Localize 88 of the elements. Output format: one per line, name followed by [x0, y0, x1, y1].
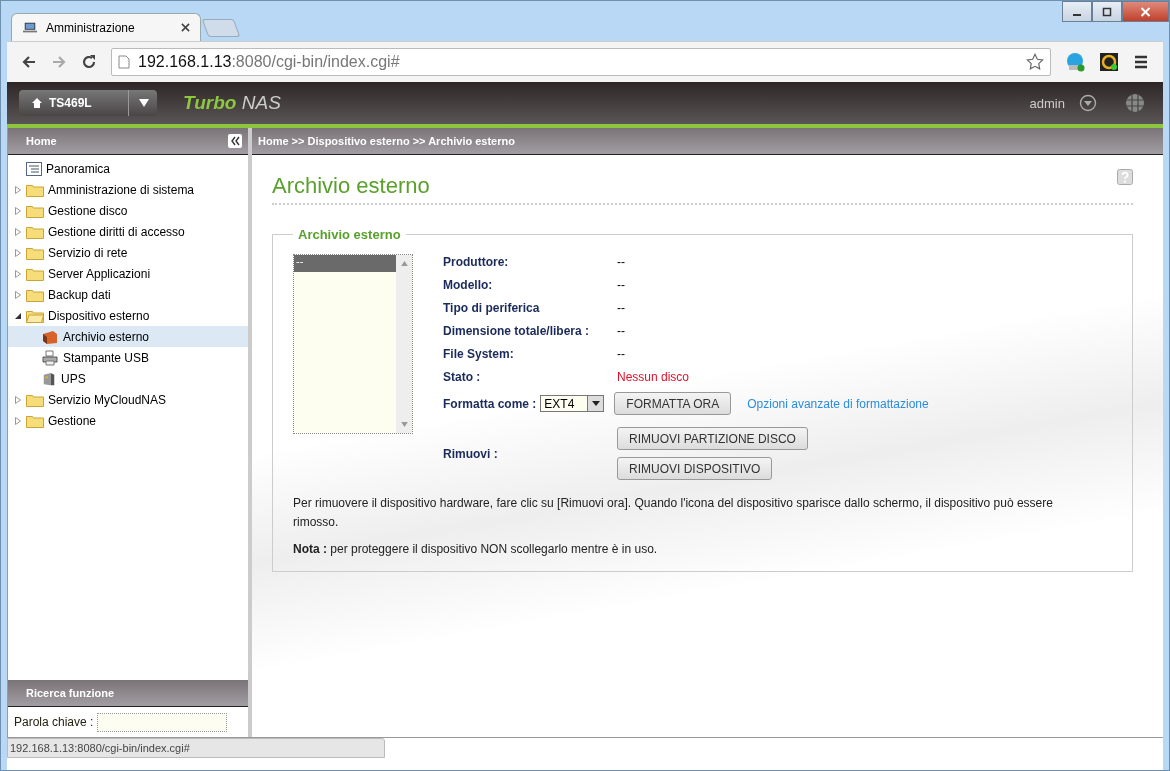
status-url: 192.168.1.13:8080/cgi-bin/index.cgi# [7, 738, 385, 758]
tree-item[interactable]: Panoramica [8, 158, 248, 179]
breadcrumb: Home >> Dispositivo esterno >> Archivio esterno [258, 135, 516, 147]
caret-icon [139, 99, 149, 107]
close-button[interactable] [1122, 1, 1169, 22]
drive-icon [42, 328, 58, 345]
new-tab-button[interactable] [201, 19, 241, 37]
sidebar-title: Home [26, 135, 58, 147]
collapse-icon[interactable] [228, 134, 242, 148]
extension-icon[interactable] [1099, 52, 1119, 72]
field-value: -- [617, 323, 625, 338]
field-label: Tipo di periferica [443, 300, 541, 315]
menu-icon[interactable] [1133, 54, 1149, 70]
format-select[interactable]: EXT4 [540, 395, 605, 412]
field-label: Dimensione totale/libera : [443, 323, 591, 338]
tree-item[interactable]: Server Applicazioni [8, 263, 248, 284]
remove-button[interactable]: RIMUOVI DISPOSITIVO [617, 457, 773, 480]
tree-item[interactable]: Gestione [8, 410, 248, 431]
folder-icon [26, 266, 44, 281]
open-folder-icon [26, 308, 44, 323]
field-value: -- [617, 300, 625, 315]
folder-icon [26, 182, 44, 197]
folder-icon [26, 392, 44, 407]
field-label: Modello: [443, 277, 494, 292]
tree-item[interactable]: Servizio di rete [8, 242, 248, 263]
brand-logo: Turbo NAS [183, 92, 281, 114]
tree-item[interactable]: Servizio MyCloudNAS [8, 389, 248, 410]
globe-icon[interactable] [1125, 93, 1145, 113]
page-title: Archivio esterno [272, 173, 430, 199]
tree-item[interactable]: Backup dati [8, 284, 248, 305]
instructions-text: Per rimuovere il dispositivo hardware, fare clic su [Rimuovi ora]. Quando l'icona del dispositivo sparisce dallo schermo, il dispositivo può essere rimosso. [293, 495, 1054, 531]
tree-item[interactable]: Archivio esterno [8, 326, 248, 347]
folder-icon [26, 245, 44, 260]
laptop-icon [22, 20, 38, 35]
expander-icon[interactable] [14, 311, 22, 320]
folder-icon [26, 224, 44, 239]
forward-icon[interactable] [51, 54, 67, 70]
device-list-item[interactable]: -- [294, 255, 396, 272]
remove-button[interactable]: RIMUOVI PARTIZIONE DISCO [617, 427, 808, 450]
field-label: Stato : [443, 369, 482, 384]
keyword-field[interactable] [97, 712, 228, 732]
minimize-icon [1073, 13, 1081, 16]
folder-icon [26, 203, 44, 218]
reload-icon[interactable] [81, 54, 97, 70]
maximize-icon [1102, 6, 1112, 17]
list-icon [26, 161, 42, 176]
address-bar[interactable]: 192.168.1.13:8080/cgi-bin/index.cgi# [111, 48, 1051, 76]
device-button[interactable]: TS469L [19, 90, 157, 116]
browser-tab[interactable]: Amministrazione [11, 13, 201, 41]
tree-item[interactable]: Gestione diritti di accesso [8, 221, 248, 242]
folder-icon [26, 287, 44, 302]
caret-icon [591, 401, 600, 406]
ups-icon [42, 370, 56, 387]
device-list[interactable]: -- [293, 254, 413, 434]
keyword-label: Parola chiave : [14, 715, 94, 729]
close-icon [1140, 6, 1151, 17]
tree-item[interactable]: Amministrazione di sistema [8, 179, 248, 200]
tree-item[interactable]: Gestione disco [8, 200, 248, 221]
field-label: Produttore: [443, 254, 510, 269]
tree-item[interactable]: Stampante USB [8, 347, 248, 368]
note-text: Nota : per proteggere il dispositivo NON scollegarlo mentre è in uso. [293, 541, 659, 558]
field-value: Nessun disco [617, 369, 690, 384]
field-value: -- [617, 346, 625, 361]
tree-item[interactable]: Dispositivo esterno [8, 305, 248, 326]
home-icon [31, 97, 43, 109]
back-icon[interactable] [21, 54, 37, 70]
field-label: Rimuovi : [443, 446, 499, 461]
scrollbar[interactable] [396, 255, 412, 433]
folder-icon [26, 413, 44, 428]
maximize-button[interactable] [1092, 1, 1122, 22]
minimize-button[interactable] [1062, 1, 1092, 22]
format-button[interactable]: FORMATTA ORA [614, 392, 732, 415]
dropdown-icon[interactable] [1079, 94, 1097, 112]
printer-icon [42, 349, 58, 366]
field-label: Formatta come : [443, 396, 537, 411]
field-value: -- [617, 277, 625, 292]
star-icon[interactable] [1026, 53, 1044, 71]
page-icon [118, 55, 130, 69]
panel-title: Archivio esterno [297, 227, 402, 242]
user-name: admin [1029, 95, 1065, 111]
help-icon[interactable] [1117, 169, 1133, 185]
field-value: -- [617, 254, 625, 269]
close-icon[interactable] [181, 23, 190, 32]
tree-item[interactable]: UPS [8, 368, 248, 389]
scroll-down-icon[interactable] [400, 422, 408, 427]
scroll-up-icon[interactable] [400, 261, 408, 266]
field-label: File System: [443, 346, 515, 361]
search-title: Ricerca funzione [26, 687, 116, 699]
